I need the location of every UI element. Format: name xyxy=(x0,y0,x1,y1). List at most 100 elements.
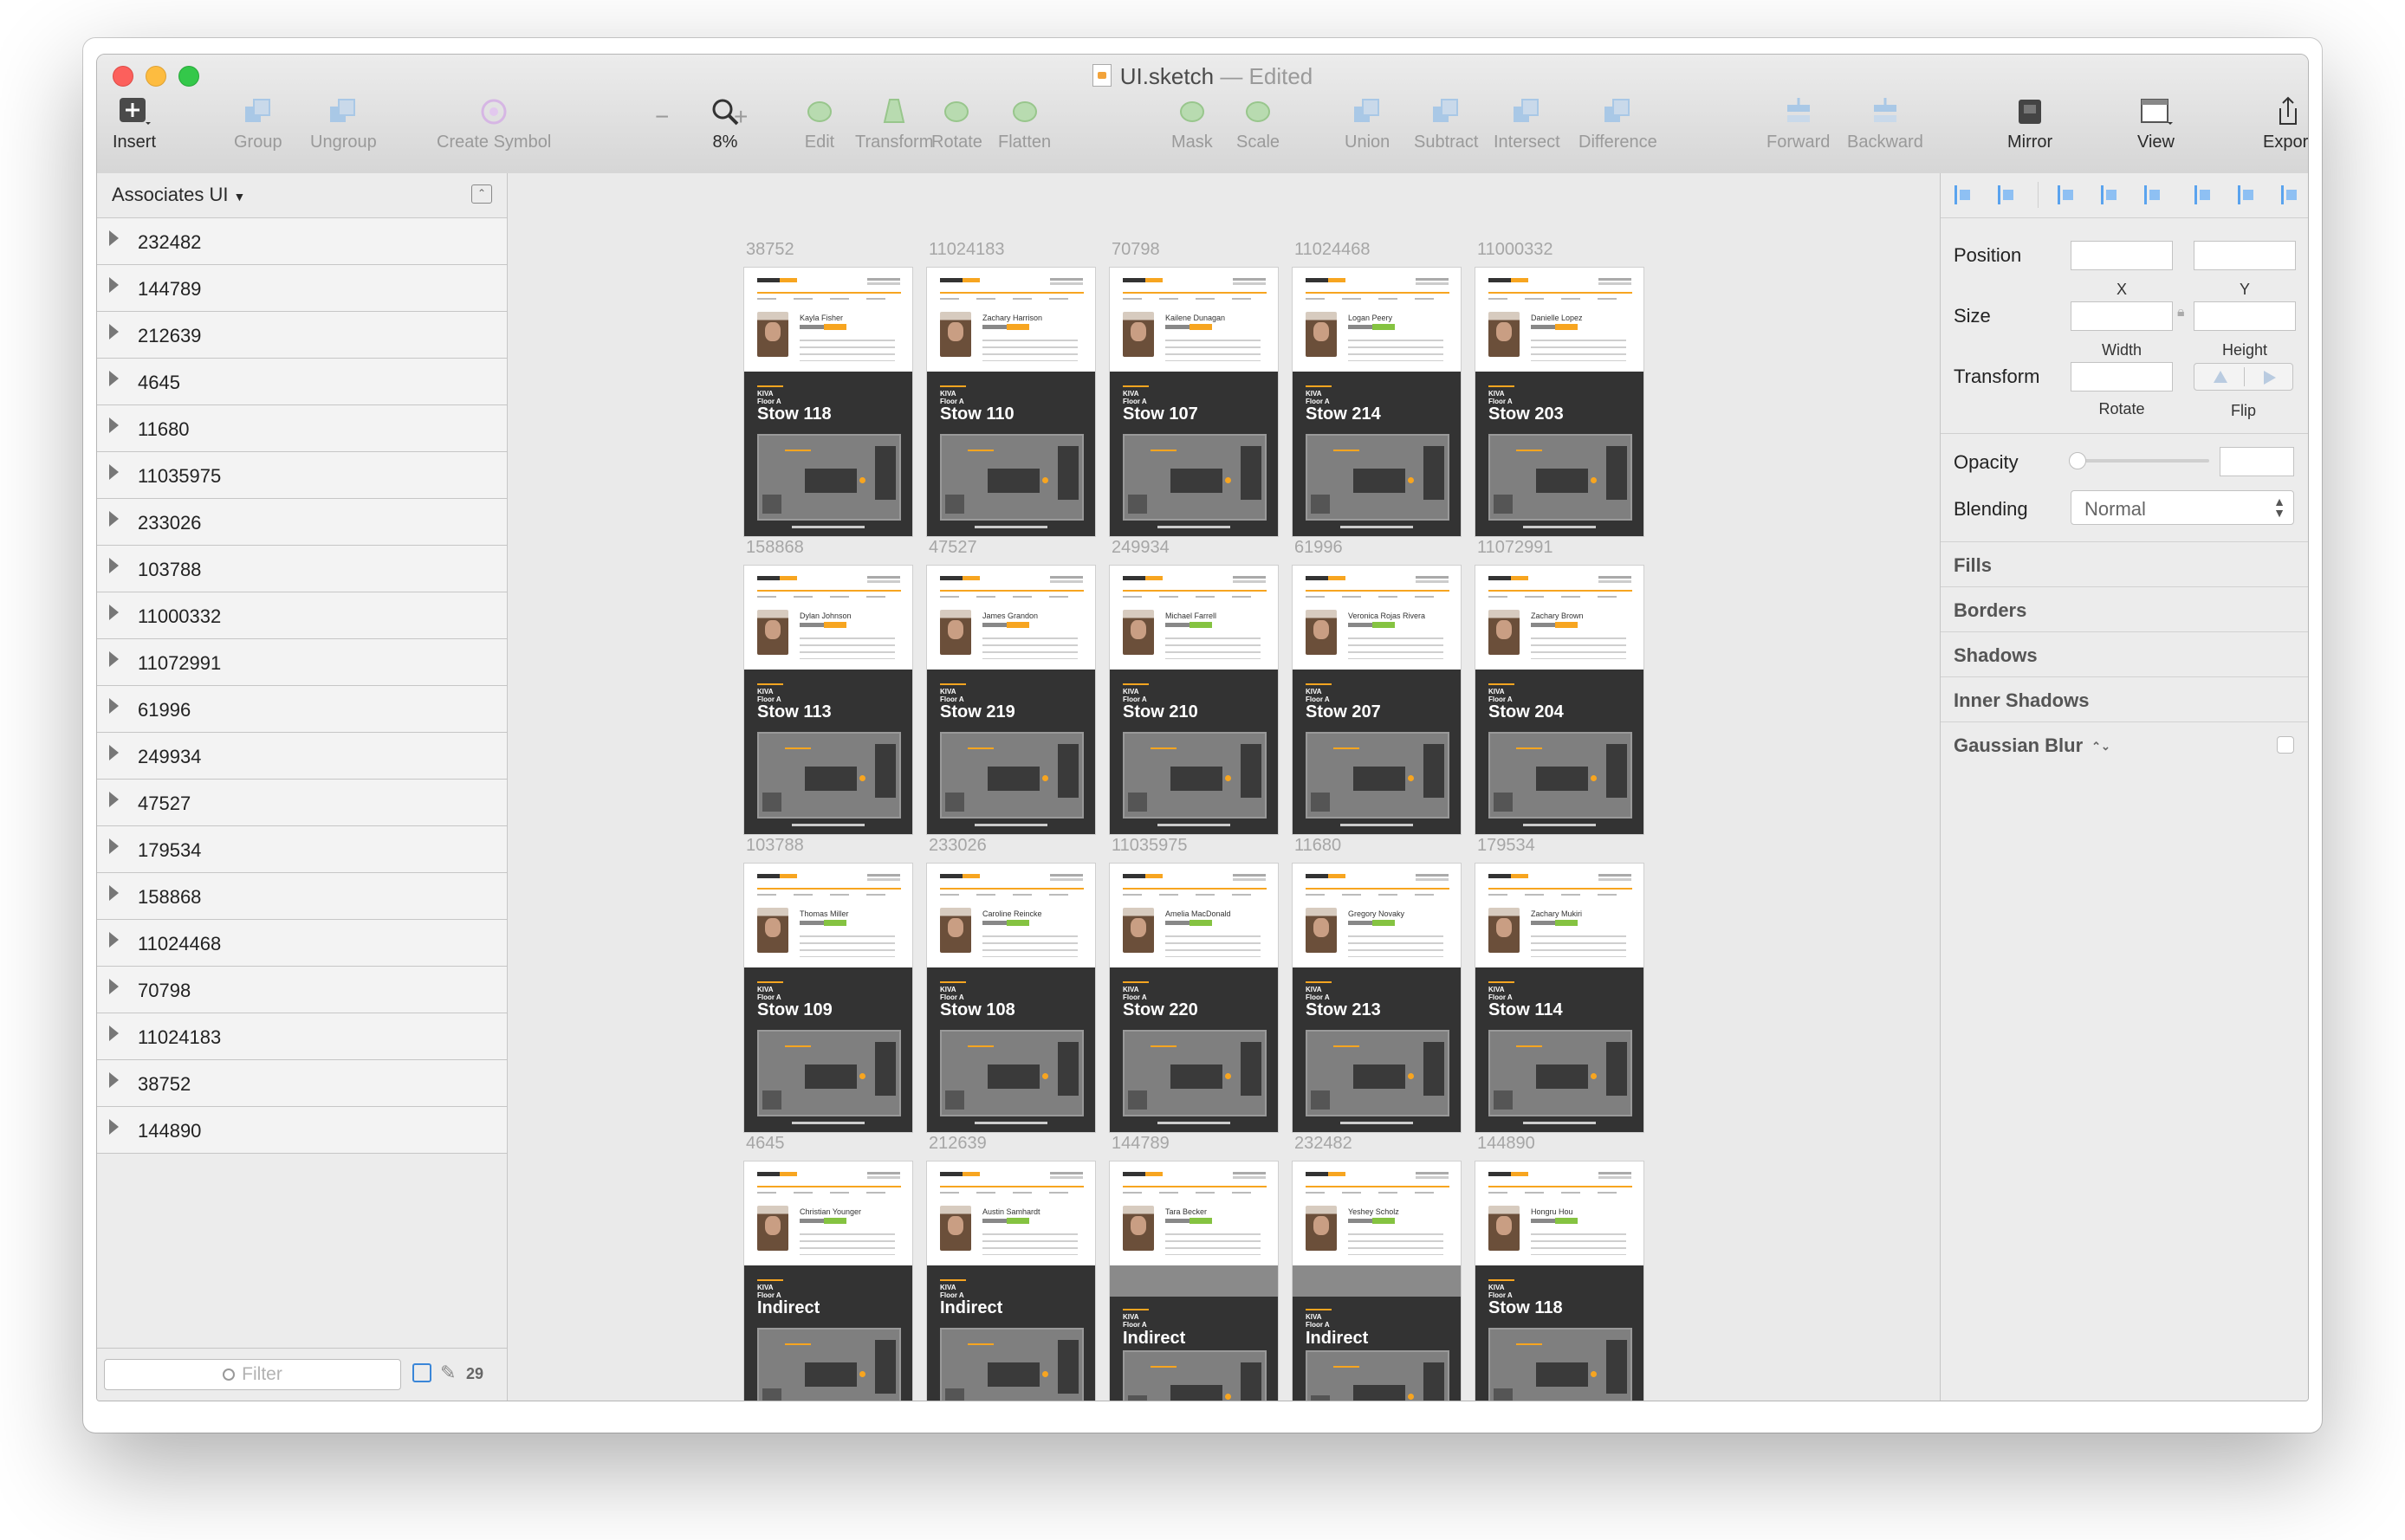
disclosure-triangle-icon[interactable] xyxy=(109,885,119,901)
zoom-out-button[interactable]: − xyxy=(655,103,669,131)
flip-buttons[interactable] xyxy=(2194,363,2293,391)
artboard-label[interactable]: 233026 xyxy=(929,836,987,856)
layer-row[interactable]: 144789 xyxy=(97,265,507,312)
opacity-slider-knob[interactable] xyxy=(2069,452,2086,469)
artboard[interactable]: Tara Becker KIVA Floor A Indirect xyxy=(1110,1161,1278,1401)
artboard-label[interactable]: 11680 xyxy=(1294,836,1341,856)
artboard[interactable]: Kayla Fisher KIVA Floor A Stow 118 xyxy=(744,268,912,536)
toolbar-transform-button[interactable]: Transform xyxy=(855,96,933,152)
toolbar-backward-button[interactable]: Backward xyxy=(1847,96,1923,152)
toolbar-difference-button[interactable]: Difference xyxy=(1578,96,1657,152)
artboard-label[interactable]: 38752 xyxy=(746,240,794,260)
toolbar-create-symbol-button[interactable]: Create Symbol xyxy=(437,96,551,152)
zoom-in-button[interactable]: + xyxy=(734,103,748,131)
layer-row[interactable]: 232482 xyxy=(97,218,507,265)
artboard-label[interactable]: 4645 xyxy=(746,1134,785,1154)
artboard-label[interactable]: 47527 xyxy=(929,538,977,558)
section-fills[interactable]: Fills xyxy=(1941,541,2308,587)
section-shadows[interactable]: Shadows xyxy=(1941,631,2308,677)
disclosure-triangle-icon[interactable] xyxy=(109,932,119,948)
disclosure-triangle-icon[interactable] xyxy=(109,745,119,760)
artboard[interactable]: Dylan Johnson KIVA Floor A Stow 113 xyxy=(744,566,912,834)
x-position-field[interactable] xyxy=(2071,241,2173,270)
artboard[interactable]: Zachary Mukiri KIVA Floor A Stow 114 xyxy=(1475,864,1643,1132)
layer-row[interactable]: 11035975 xyxy=(97,452,507,499)
toolbar-subtract-button[interactable]: Subtract xyxy=(1414,96,1478,152)
toolbar-intersect-button[interactable]: Intersect xyxy=(1494,96,1560,152)
toolbar-rotate-button[interactable]: Rotate xyxy=(931,96,982,152)
layer-row[interactable]: 11024468 xyxy=(97,920,507,967)
layer-row[interactable]: 249934 xyxy=(97,733,507,780)
layer-row[interactable]: 233026 xyxy=(97,499,507,546)
disclosure-triangle-icon[interactable] xyxy=(109,979,119,994)
artboard[interactable]: Thomas Miller KIVA Floor A Stow 109 xyxy=(744,864,912,1132)
blur-enable-checkbox[interactable] xyxy=(2277,736,2294,754)
artboard-label[interactable]: 144890 xyxy=(1477,1134,1535,1154)
artboard[interactable]: Hongru Hou KIVA Floor A Stow 118 xyxy=(1475,1161,1643,1401)
toolbar-scale-button[interactable]: Scale xyxy=(1236,96,1280,152)
chevron-updown-icon[interactable]: ⌃⌄ xyxy=(2091,740,2110,753)
artboard[interactable]: Gregory Novaky KIVA Floor A Stow 213 xyxy=(1293,864,1461,1132)
artboard[interactable]: Veronica Rojas Rivera KIVA Floor A Stow 207 xyxy=(1293,566,1461,834)
section-borders[interactable]: Borders xyxy=(1941,586,2308,632)
layer-row[interactable]: 179534 xyxy=(97,826,507,873)
layer-row[interactable]: 158868 xyxy=(97,873,507,920)
rotate-field[interactable] xyxy=(2071,362,2173,391)
layer-row[interactable]: 61996 xyxy=(97,686,507,733)
disclosure-triangle-icon[interactable] xyxy=(109,511,119,527)
disclosure-triangle-icon[interactable] xyxy=(109,1072,119,1088)
layer-row[interactable]: 11000332 xyxy=(97,592,507,639)
toolbar-group-button[interactable]: Group xyxy=(234,96,282,152)
artboard[interactable]: Caroline Reincke KIVA Floor A Stow 108 xyxy=(927,864,1095,1132)
slice-filter-icon[interactable]: ✎ xyxy=(440,1362,456,1384)
artboard[interactable]: Michael Farrell KIVA Floor A Stow 210 xyxy=(1110,566,1278,834)
artboards-filter-icon[interactable] xyxy=(412,1363,431,1382)
layer-row[interactable]: 11024183 xyxy=(97,1013,507,1060)
blending-select[interactable]: Normal ▲ ▼ xyxy=(2071,490,2294,525)
page-selector[interactable]: Associates UI ▼ ⌃ xyxy=(97,173,507,218)
artboard[interactable]: Zachary Brown KIVA Floor A Stow 204 xyxy=(1475,566,1643,834)
y-position-field[interactable] xyxy=(2194,241,2296,270)
layer-row[interactable]: 47527 xyxy=(97,780,507,826)
disclosure-triangle-icon[interactable] xyxy=(109,277,119,293)
filter-input[interactable]: Filter xyxy=(104,1359,401,1390)
artboard-label[interactable]: 144789 xyxy=(1112,1134,1170,1154)
artboard[interactable]: Zachary Harrison KIVA Floor A Stow 110 xyxy=(927,268,1095,536)
disclosure-triangle-icon[interactable] xyxy=(109,605,119,620)
disclosure-triangle-icon[interactable] xyxy=(109,651,119,667)
artboard-label[interactable]: 158868 xyxy=(746,538,804,558)
artboard-label[interactable]: 11035975 xyxy=(1112,836,1188,856)
disclosure-triangle-icon[interactable] xyxy=(109,230,119,246)
flip-vertical-icon[interactable] xyxy=(2264,371,2276,385)
section-gaussian-blur[interactable]: Gaussian Blur ⌃⌄ xyxy=(1941,721,2308,767)
toolbar-export-button[interactable]: Export xyxy=(2263,96,2308,152)
opacity-field[interactable] xyxy=(2220,447,2294,476)
artboard-label[interactable]: 249934 xyxy=(1112,538,1170,558)
disclosure-triangle-icon[interactable] xyxy=(109,324,119,340)
width-field[interactable] xyxy=(2071,301,2173,331)
artboard[interactable]: Kailene Dunagan KIVA Floor A Stow 107 xyxy=(1110,268,1278,536)
artboard[interactable]: James Grandon KIVA Floor A Stow 219 xyxy=(927,566,1095,834)
disclosure-triangle-icon[interactable] xyxy=(109,1026,119,1041)
disclosure-triangle-icon[interactable] xyxy=(109,698,119,714)
toolbar-forward-button[interactable]: Forward xyxy=(1766,96,1830,152)
artboard-label[interactable]: 232482 xyxy=(1294,1134,1352,1154)
disclosure-triangle-icon[interactable] xyxy=(109,371,119,386)
artboard-label[interactable]: 103788 xyxy=(746,836,804,856)
toolbar-edit-button[interactable]: Edit xyxy=(803,96,836,152)
align-bottom-icon[interactable] xyxy=(2281,185,2297,204)
artboard[interactable]: Danielle Lopez KIVA Floor A Stow 203 xyxy=(1475,268,1643,536)
disclosure-triangle-icon[interactable] xyxy=(109,558,119,573)
align-left-icon[interactable] xyxy=(1954,185,1970,204)
artboard[interactable]: Yeshey Scholz KIVA Floor A Indirect xyxy=(1293,1161,1461,1401)
layer-row[interactable]: 4645 xyxy=(97,359,507,405)
toolbar-mask-button[interactable]: Mask xyxy=(1171,96,1213,152)
layer-row[interactable]: 38752 xyxy=(97,1060,507,1107)
section-inner-shadows[interactable]: Inner Shadows xyxy=(1941,676,2308,722)
artboard[interactable]: Amelia MacDonald KIVA Floor A Stow 220 xyxy=(1110,864,1278,1132)
disclosure-triangle-icon[interactable] xyxy=(109,417,119,433)
disclosure-triangle-icon[interactable] xyxy=(109,464,119,480)
collapse-pages-icon[interactable]: ⌃ xyxy=(471,184,492,204)
opacity-slider[interactable] xyxy=(2071,459,2209,463)
disclosure-triangle-icon[interactable] xyxy=(109,838,119,854)
